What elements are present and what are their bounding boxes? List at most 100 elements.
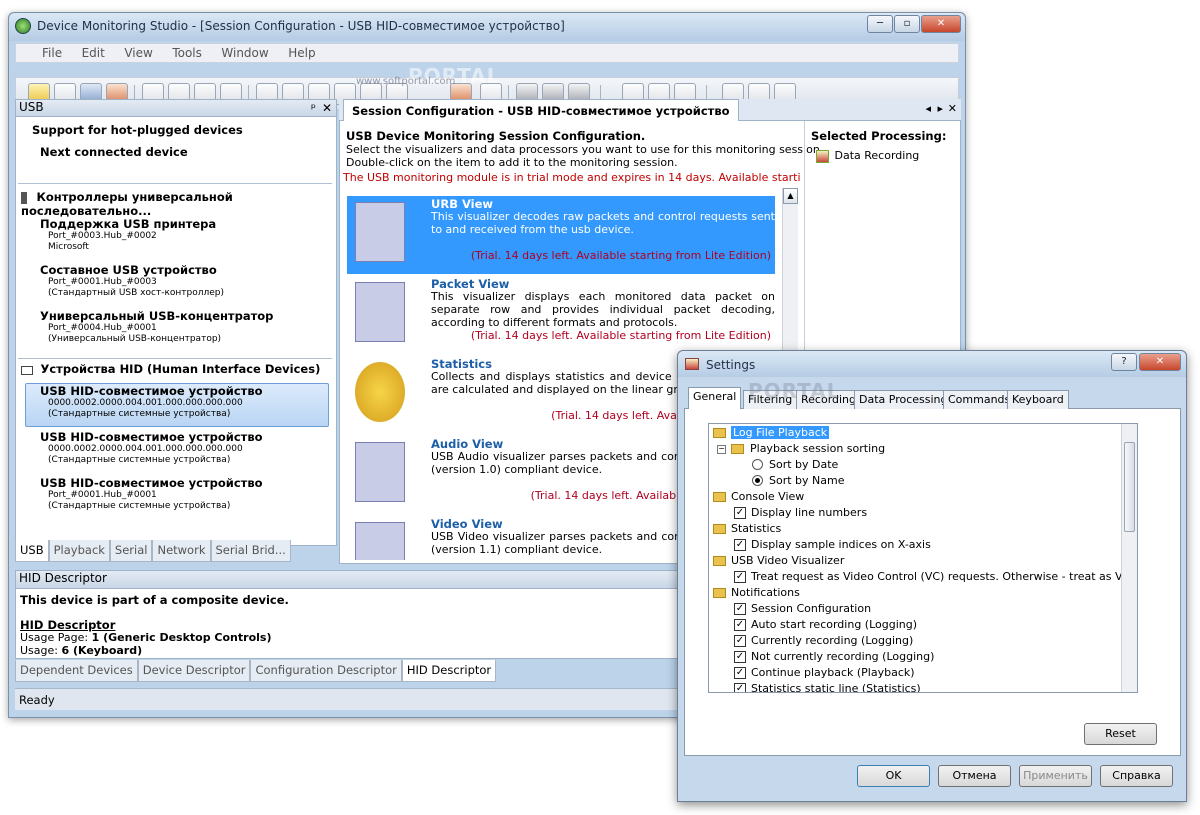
display-sample-indices-checkbox[interactable]: ✓ bbox=[734, 539, 746, 551]
device-item[interactable]: Поддержка USB принтера Port_#0003.Hub_#0… bbox=[40, 217, 350, 253]
tree-row[interactable]: Log File Playback bbox=[709, 425, 1129, 441]
currently-recording-checkbox[interactable]: ✓ bbox=[734, 635, 746, 647]
tree-row[interactable]: ✓ Display sample indices on X-axis bbox=[709, 537, 1129, 553]
tree-row[interactable]: Notifications bbox=[709, 585, 1129, 601]
tree-label-sort-date: Sort by Date bbox=[769, 458, 839, 471]
sort-date-radio[interactable] bbox=[752, 459, 763, 470]
hid-device-item[interactable]: USB HID-совместимое устройство Port_#000… bbox=[40, 476, 350, 512]
continue-playback-checkbox[interactable]: ✓ bbox=[734, 667, 746, 679]
minimize-button[interactable]: ─ bbox=[867, 15, 893, 33]
settings-tab-commands[interactable]: Commands bbox=[943, 390, 1016, 409]
settings-titlebar[interactable]: Settings ? ✕ bbox=[678, 351, 1186, 377]
menu-window[interactable]: Window bbox=[213, 44, 276, 62]
not-currently-recording-checkbox[interactable]: ✓ bbox=[734, 651, 746, 663]
statistics-static-checkbox[interactable]: ✓ bbox=[734, 683, 746, 692]
tab-close-icon[interactable]: ✕ bbox=[948, 102, 957, 115]
settings-watermark: PORTAL bbox=[748, 379, 841, 403]
scroll-up-icon[interactable]: ▲ bbox=[783, 188, 798, 204]
display-line-numbers-checkbox[interactable]: ✓ bbox=[734, 507, 746, 519]
cancel-button[interactable]: Отмена bbox=[938, 765, 1011, 787]
tree-label-notifications: Notifications bbox=[731, 586, 800, 599]
hid-panel-title: HID Descriptor bbox=[19, 571, 107, 585]
tab-serial-bridge[interactable]: Serial Brid... bbox=[210, 540, 291, 562]
app-icon bbox=[15, 18, 31, 34]
settings-tab-keyboard[interactable]: Keyboard bbox=[1007, 390, 1069, 409]
visualizer-trial: (Trial. 14 days left. Available starting… bbox=[470, 329, 771, 342]
session-desc-2: Double-click on the item to add it to th… bbox=[346, 156, 678, 169]
tab-scroll-right-icon[interactable]: ▸ bbox=[937, 102, 943, 115]
hid-device-item[interactable]: USB HID-совместимое устройство 0000.0002… bbox=[40, 384, 350, 420]
reset-button[interactable]: Reset bbox=[1084, 723, 1157, 745]
tab-hid-descriptor[interactable]: HID Descriptor bbox=[401, 660, 497, 682]
tree-row[interactable]: ✓ Statistics static line (Statistics) bbox=[709, 681, 1129, 692]
help-button[interactable]: Справка bbox=[1100, 765, 1173, 787]
menu-tools[interactable]: Tools bbox=[164, 44, 210, 62]
tree-row[interactable]: Sort by Date bbox=[709, 457, 1129, 473]
visualizer-description: This visualizer displays each monitored … bbox=[431, 290, 775, 329]
settings-close-button[interactable]: ✕ bbox=[1139, 353, 1181, 371]
tree-row[interactable]: USB Video Visualizer bbox=[709, 553, 1129, 569]
session-configuration-checkbox[interactable]: ✓ bbox=[734, 603, 746, 615]
tree-row[interactable]: ✓ Currently recording (Logging) bbox=[709, 633, 1129, 649]
usb-panel-tabs: USB Playback Serial Network Serial Brid.… bbox=[15, 540, 291, 562]
tree-vertical-scrollbar[interactable] bbox=[1121, 424, 1137, 692]
device-item[interactable]: Универсальный USB-концентратор Port_#000… bbox=[40, 309, 350, 345]
tree-row[interactable]: Sort by Name bbox=[709, 473, 1129, 489]
tree-row[interactable]: ✓ Auto start recording (Logging) bbox=[709, 617, 1129, 633]
device-name: USB HID-совместимое устройство bbox=[40, 384, 263, 398]
selected-item[interactable]: Data Recording bbox=[816, 149, 919, 163]
maximize-button[interactable]: ▫ bbox=[894, 15, 920, 33]
tab-dependent-devices[interactable]: Dependent Devices bbox=[15, 660, 138, 682]
menu-view[interactable]: View bbox=[116, 44, 160, 62]
tree-row[interactable]: − Playback session sorting bbox=[709, 441, 1129, 457]
visualizer-urb-view[interactable]: URB View This visualizer decodes raw pac… bbox=[347, 196, 775, 274]
tree-label-statistics: Statistics bbox=[731, 522, 782, 535]
device-name: Поддержка USB принтера bbox=[40, 217, 217, 231]
collapse-icon[interactable]: − bbox=[717, 445, 726, 454]
tab-playback[interactable]: Playback bbox=[48, 540, 110, 562]
tab-device-descriptor[interactable]: Device Descriptor bbox=[137, 660, 251, 682]
ok-button[interactable]: OK bbox=[857, 765, 930, 787]
close-button[interactable]: ✕ bbox=[921, 15, 961, 33]
watermark-url: www.softportal.com bbox=[356, 76, 456, 87]
tab-session-configuration[interactable]: Session Configuration - USB HID-совмести… bbox=[343, 99, 739, 122]
tree-row[interactable]: ✓ Treat request as Video Control (VC) re… bbox=[709, 569, 1129, 585]
tree-row[interactable]: ✓ Display line numbers bbox=[709, 505, 1129, 521]
tab-network[interactable]: Network bbox=[152, 540, 211, 562]
settings-tab-data-processing[interactable]: Data Processing bbox=[854, 390, 953, 409]
video-view-icon bbox=[355, 522, 405, 560]
settings-tab-general[interactable]: General bbox=[688, 387, 742, 409]
next-connected-item[interactable]: Next connected device bbox=[40, 145, 350, 159]
selected-item-label: Data Recording bbox=[834, 149, 920, 162]
tree-row[interactable]: ✓ Session Configuration bbox=[709, 601, 1129, 617]
menu-file[interactable]: File bbox=[34, 44, 70, 62]
tree-row[interactable]: ✓ Not currently recording (Logging) bbox=[709, 649, 1129, 665]
treat-request-checkbox[interactable]: ✓ bbox=[734, 571, 746, 583]
menu-help[interactable]: Help bbox=[280, 44, 323, 62]
hid-group[interactable]: Устройства HID (Human Interface Devices) bbox=[21, 362, 331, 376]
tree-row[interactable]: Console View bbox=[709, 489, 1129, 505]
tab-serial[interactable]: Serial bbox=[109, 540, 153, 562]
folder-icon bbox=[713, 556, 726, 566]
tab-usb[interactable]: USB bbox=[15, 540, 49, 562]
sort-name-radio[interactable] bbox=[752, 475, 763, 486]
tree-row[interactable]: ✓ Continue playback (Playback) bbox=[709, 665, 1129, 681]
tree-row[interactable]: Statistics bbox=[709, 521, 1129, 537]
panel-close-icon[interactable]: ✕ bbox=[322, 101, 332, 115]
settings-help-button[interactable]: ? bbox=[1111, 353, 1137, 371]
controllers-group[interactable]: Контроллеры универсальной последовательн… bbox=[21, 190, 331, 218]
tab-scroll-left-icon[interactable]: ◂ bbox=[925, 102, 931, 115]
device-port: Port_#0001.Hub_#0001 bbox=[48, 490, 157, 500]
menu-edit[interactable]: Edit bbox=[74, 44, 113, 62]
pin-icon[interactable]: ᵖ bbox=[311, 101, 316, 115]
tab-configuration-descriptor[interactable]: Configuration Descriptor bbox=[250, 660, 402, 682]
apply-button[interactable]: Применить bbox=[1019, 765, 1092, 787]
hotplug-item[interactable]: Support for hot-plugged devices bbox=[32, 123, 342, 137]
device-item[interactable]: Составное USB устройство Port_#0001.Hub_… bbox=[40, 263, 350, 299]
tree-scroll-thumb[interactable] bbox=[1124, 442, 1135, 532]
visualizer-packet-view[interactable]: Packet View This visualizer displays eac… bbox=[347, 276, 775, 354]
session-tab-strip: Session Configuration - USB HID-совмести… bbox=[339, 99, 961, 122]
auto-start-checkbox[interactable]: ✓ bbox=[734, 619, 746, 631]
main-titlebar[interactable]: Device Monitoring Studio - [Session Conf… bbox=[9, 13, 965, 41]
hid-device-item[interactable]: USB HID-совместимое устройство 0000.0002… bbox=[40, 430, 350, 466]
